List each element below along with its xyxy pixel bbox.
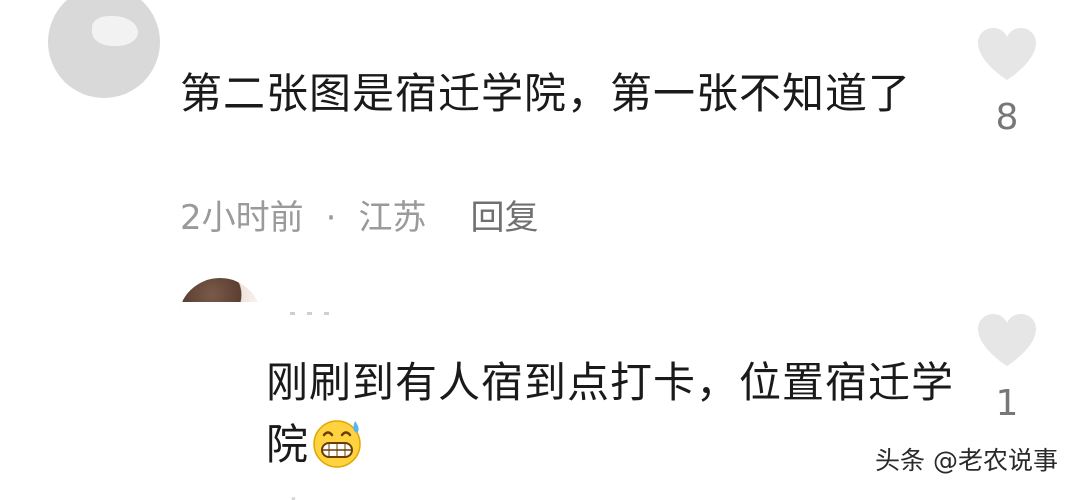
like-button[interactable]: 1: [972, 312, 1042, 426]
like-count: 1: [995, 383, 1019, 424]
emoji-sweat-smile-icon: [313, 420, 361, 468]
username-redacted[interactable]: [238, 12, 348, 26]
username-redacted[interactable]: [290, 300, 350, 315]
reply-button[interactable]: 回复: [470, 198, 538, 238]
avatar[interactable]: [178, 278, 262, 362]
like-button[interactable]: 8: [972, 26, 1042, 140]
comment-meta: 2小时前 · 江苏 回复: [180, 196, 538, 240]
meta-separator: ·: [325, 198, 337, 238]
comment-list: 第二张图是宿迁学院，第一张不知道了 2小时前 · 江苏 回复 8 刚刷到有人宿到点打卡…: [0, 0, 1072, 500]
meta-separator: ·: [288, 480, 299, 500]
comment-text-content: 刚刷到有人宿到点打卡，位置宿迁学院: [266, 358, 955, 469]
comment-location: 江苏: [358, 198, 427, 238]
heart-icon: [978, 314, 1036, 366]
comment-text: 刚刷到有人宿到点打卡，位置宿迁学院: [266, 352, 956, 476]
comment-text: 第二张图是宿迁学院，第一张不知道了: [180, 69, 912, 118]
like-count: 8: [995, 97, 1019, 138]
comment-meta: ·: [266, 478, 365, 500]
comment-time: 2小时前: [180, 198, 304, 238]
heart-icon: [978, 28, 1036, 80]
avatar[interactable]: [48, 0, 160, 98]
watermark: 头条 @老农说事: [875, 446, 1058, 475]
